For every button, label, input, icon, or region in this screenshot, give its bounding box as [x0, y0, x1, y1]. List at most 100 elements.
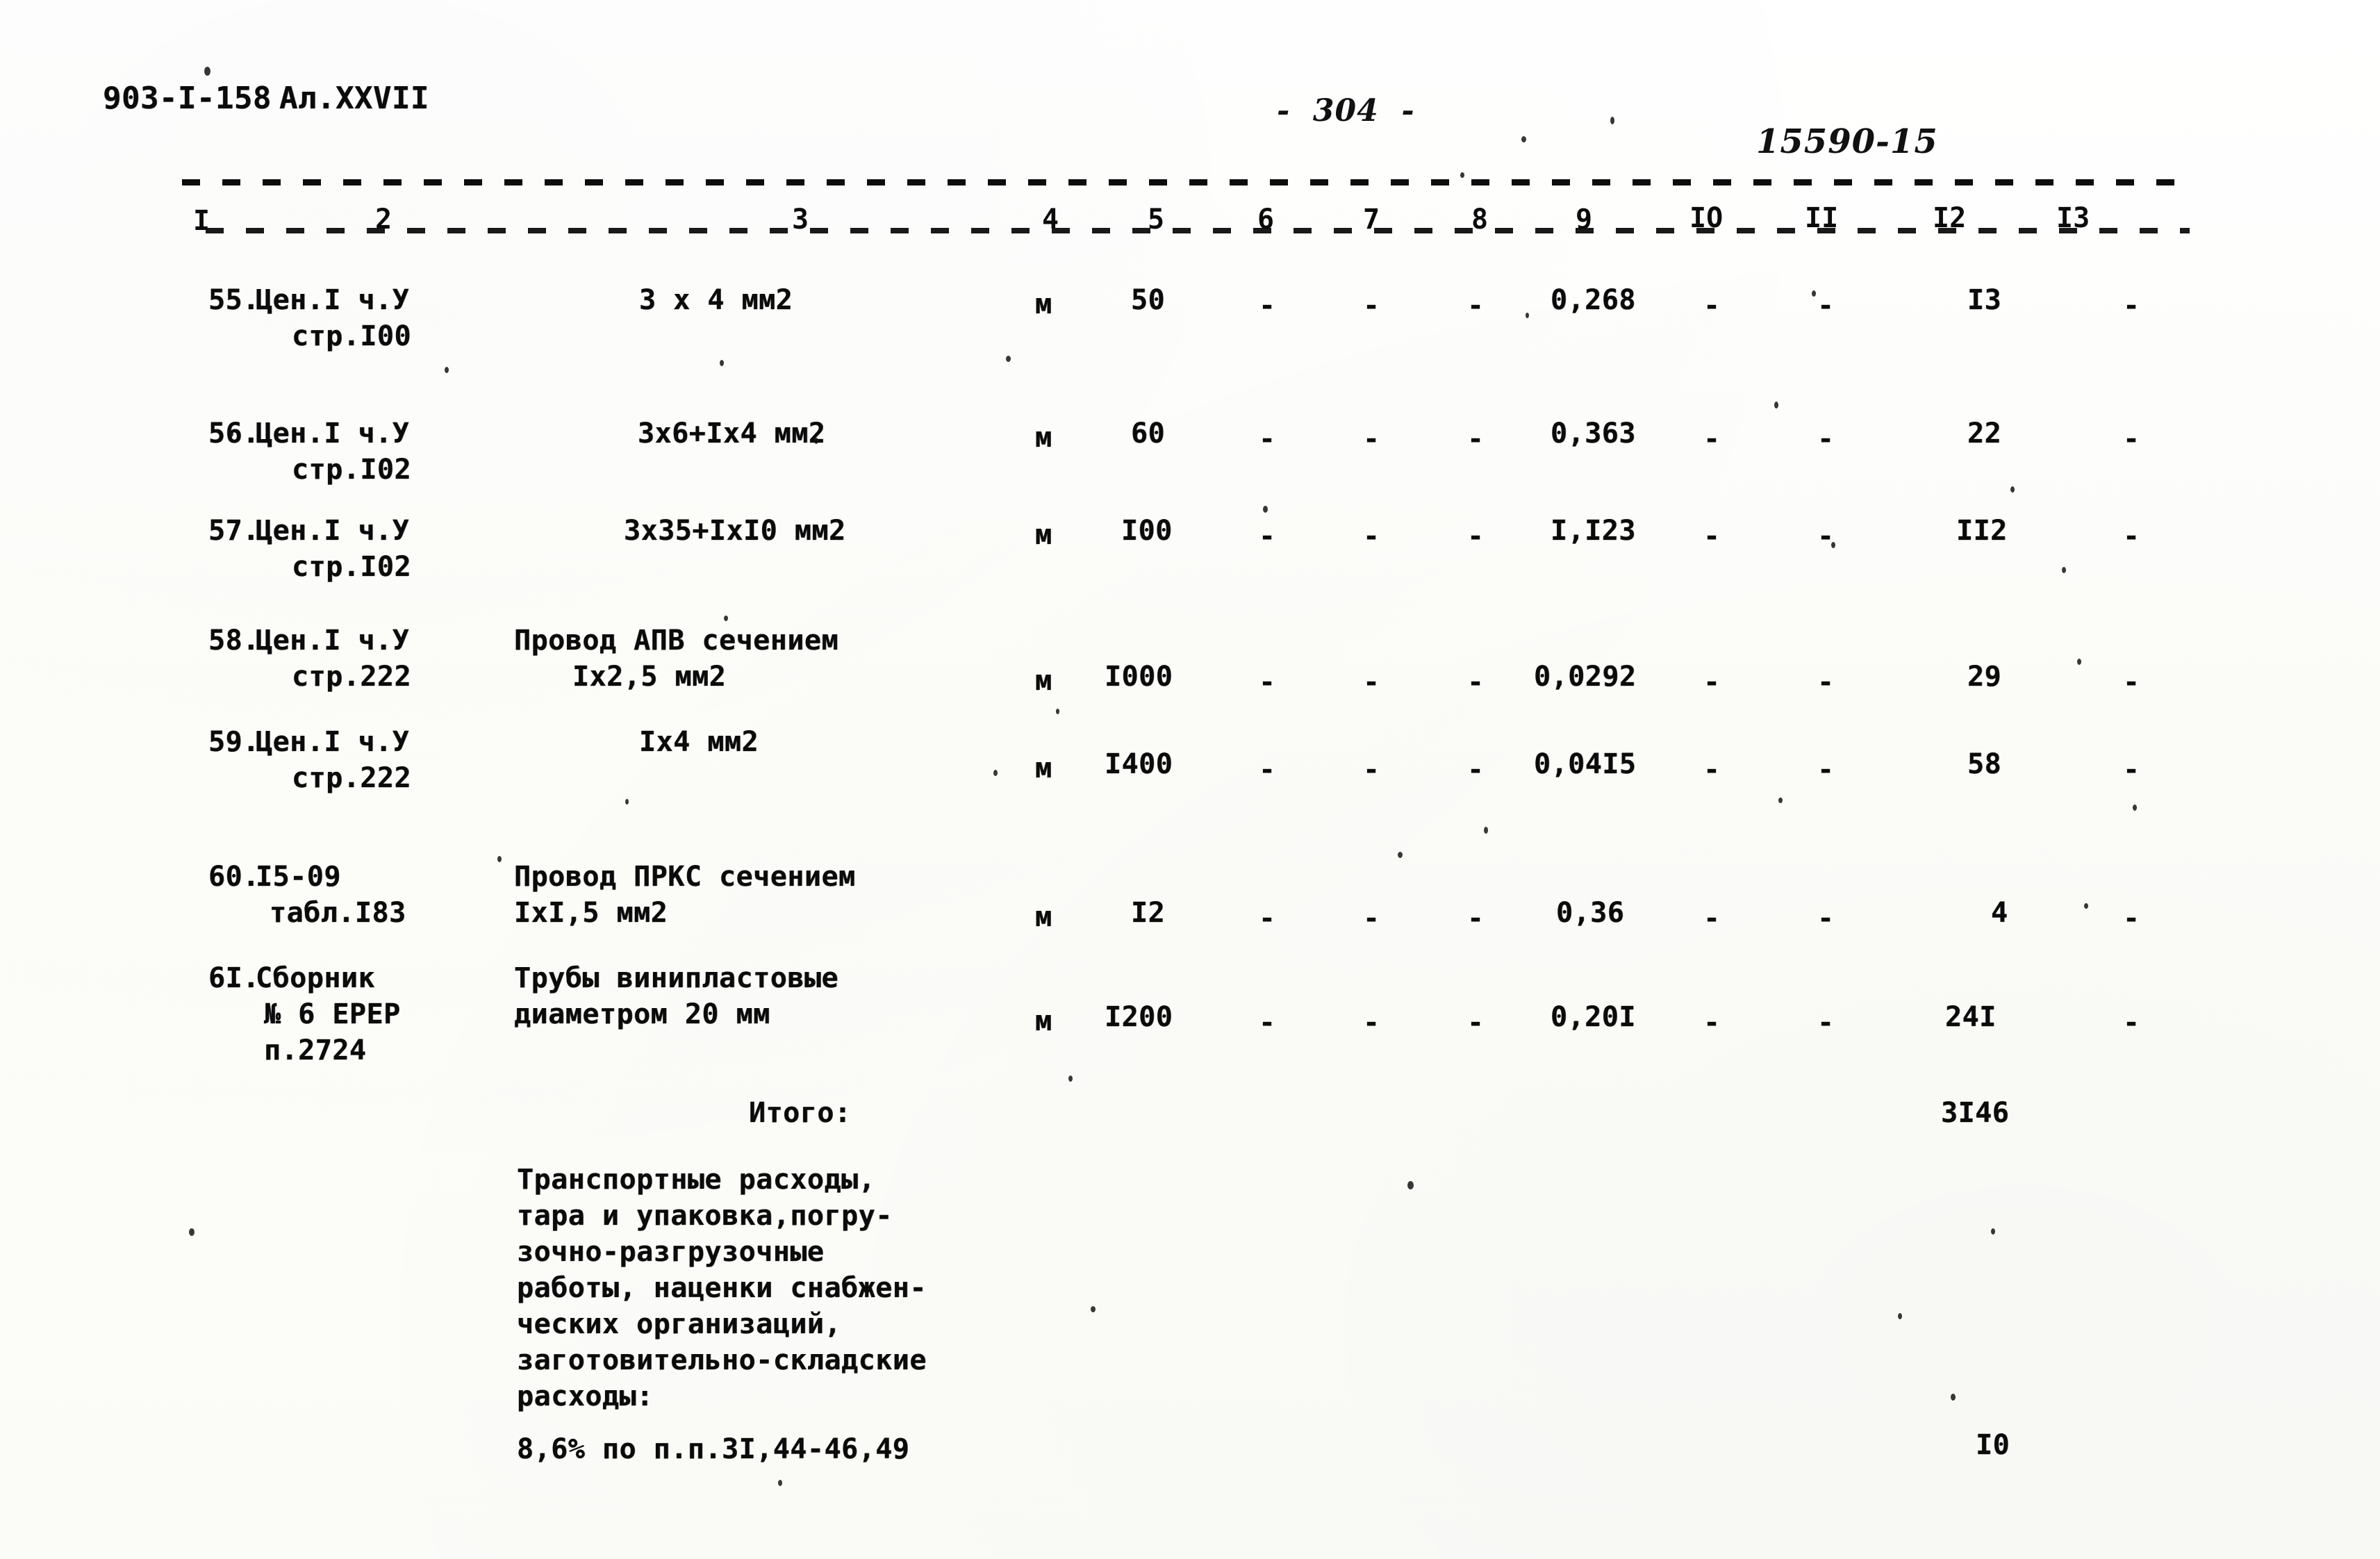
scan-speck: [1778, 798, 1783, 803]
album-label: Ал.XXVII: [279, 81, 429, 116]
row-c6: -: [1259, 1007, 1276, 1039]
scan-speck: [724, 616, 728, 621]
row-total: I3: [1967, 284, 2002, 316]
row-number: 6I.: [208, 962, 260, 994]
row-number: 56.: [208, 418, 260, 449]
row-source-line1: Цен.I ч.У: [256, 418, 410, 449]
row-total: 29: [1967, 661, 2002, 693]
row-qty: I400: [1105, 748, 1173, 780]
table-header-rule: [206, 228, 2190, 233]
scan-speck: [625, 799, 629, 805]
row-source-line1: Цен.I ч.У: [256, 726, 410, 758]
row-c10: -: [1703, 754, 1721, 786]
row-total: 58: [1967, 748, 2002, 780]
notes-line-7: расходы:: [517, 1380, 654, 1412]
row-c13: -: [2123, 902, 2140, 934]
notes-line-1: Транспортные расходы,: [517, 1164, 876, 1196]
scan-speck: [1068, 1075, 1073, 1082]
row-desc-line1: Провод АПВ сечением: [514, 625, 839, 657]
row-c10: -: [1703, 666, 1721, 698]
subtotal-value: 3I46: [1941, 1097, 2010, 1129]
row-price: 0,268: [1551, 284, 1636, 316]
row-c13: -: [2123, 520, 2140, 552]
scan-speck: [1991, 1228, 1995, 1235]
row-c11: -: [1817, 290, 1835, 322]
row-total: 4: [1991, 897, 2008, 929]
document-code: 903-I-158: [103, 81, 272, 116]
notes-line-2: тара и упаковка,погру-: [517, 1200, 893, 1232]
scan-speck: [1831, 542, 1835, 548]
row-qty: I00: [1121, 515, 1173, 547]
row-price: 0,363: [1551, 418, 1636, 449]
row-c11: -: [1817, 423, 1835, 455]
row-c6: -: [1259, 902, 1276, 934]
row-source-line2: стр.222: [292, 661, 412, 693]
scan-speck: [229, 431, 233, 437]
row-c7: -: [1363, 1007, 1380, 1039]
scan-speck: [1091, 1306, 1096, 1312]
row-desc-line1: 3х35+IхI0 мм2: [624, 515, 846, 547]
row-c10: -: [1703, 1007, 1721, 1039]
scan-speck: [1898, 1313, 1902, 1319]
subtotal-label: Итого:: [749, 1097, 852, 1129]
scan-speck: [1526, 313, 1529, 318]
row-number: 58.: [208, 625, 260, 657]
row-c13: -: [2123, 290, 2140, 322]
row-c8: -: [1467, 290, 1485, 322]
row-c13: -: [2123, 423, 2140, 455]
row-c10: -: [1703, 520, 1721, 552]
row-price: I,I23: [1551, 515, 1636, 547]
row-c10: -: [1703, 902, 1721, 934]
row-desc-line1: 3 x 4 мм2: [639, 284, 793, 316]
row-desc-line2: диаметром 20 мм: [514, 998, 770, 1030]
scan-speck: [778, 1480, 782, 1486]
row-c7: -: [1363, 754, 1380, 786]
table-top-rule: [182, 179, 2190, 185]
row-c6: -: [1259, 666, 1276, 698]
row-unit: м: [1035, 519, 1052, 551]
row-number: 57.: [208, 515, 260, 547]
row-number: 60.: [208, 861, 260, 893]
scan-speck: [1610, 117, 1614, 124]
scan-speck: [1398, 852, 1403, 858]
scanned-document-page: 903-I-158 Ал.XXVII - 304 - 15590-15 I 2 …: [0, 0, 2380, 1559]
row-c13: -: [2123, 1007, 2140, 1039]
scan-speck: [814, 438, 818, 444]
row-c11: -: [1817, 666, 1835, 698]
notes-line-5: ческих организаций,: [517, 1308, 842, 1340]
row-total: 22: [1967, 418, 2002, 449]
row-qty: I200: [1105, 1001, 1173, 1033]
scan-speck: [1521, 136, 1526, 142]
row-unit: м: [1035, 422, 1052, 454]
row-source-line2: стр.I00: [292, 320, 412, 352]
row-c7: -: [1363, 902, 1380, 934]
row-c6: -: [1259, 754, 1276, 786]
notes-line-6: заготовительно-складские: [517, 1344, 927, 1376]
row-source-line2: стр.I02: [292, 551, 412, 583]
row-c8: -: [1467, 1007, 1485, 1039]
row-number: 55.: [208, 284, 260, 316]
row-c7: -: [1363, 423, 1380, 455]
row-desc-line2: Iх2,5 мм2: [572, 661, 727, 693]
row-desc-line2: IхI,5 мм2: [514, 897, 668, 929]
handwritten-archive-code: 15590-15: [1756, 122, 1938, 161]
row-c6: -: [1259, 423, 1276, 455]
row-price: 0,20I: [1551, 1001, 1636, 1033]
row-total: II2: [1956, 515, 2008, 547]
row-c6: -: [1259, 520, 1276, 552]
scan-speck: [1774, 402, 1778, 409]
scan-speck: [1006, 356, 1011, 362]
notes-line-4: работы, наценки снабжен-: [517, 1272, 927, 1304]
row-c11: -: [1817, 1007, 1835, 1039]
scan-speck: [2133, 805, 2137, 811]
percent-value: I0: [1976, 1429, 2010, 1461]
row-source-line1: Цен.I ч.У: [256, 625, 410, 657]
row-number: 59.: [208, 726, 260, 758]
row-source-line1: Сборник: [256, 962, 376, 994]
row-source-line2: стр.I02: [292, 454, 412, 486]
row-source-line2: № 6 ЕРЕР: [264, 998, 401, 1030]
scan-speck: [2010, 486, 2015, 493]
row-desc-line1: 3х6+Iх4 мм2: [638, 418, 826, 449]
row-unit: м: [1035, 901, 1052, 933]
scan-speck: [720, 360, 724, 366]
